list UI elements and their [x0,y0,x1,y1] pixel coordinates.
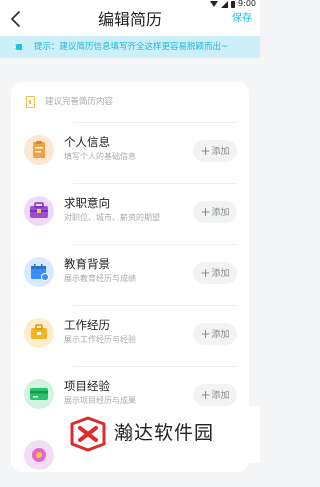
watermark-logo-icon [70,416,106,452]
wifi-icon [210,1,219,7]
watermark-text: 瀚达软件园 [114,422,215,444]
save-button[interactable]: 保存 [232,12,252,26]
section-subtitle: 展示项目经历与成果 [64,396,136,405]
signal-icon [221,0,229,8]
job-intention-icon [24,196,54,226]
tip-text: 提示：建议简历信息填写齐全这样更容易脱颖而出~ [34,42,229,52]
section-job-intention[interactable]: 求职意向 对职位、城市、薪资的期望 +添加 [11,183,249,243]
status-bar: 9:00 [0,0,260,8]
bookmark-icon [26,96,35,108]
section-title: 教育背景 [64,257,110,271]
section-education[interactable]: 教育背景 展示教育经历与成绩 +添加 [11,244,249,304]
plus-icon: + [200,327,211,341]
section-title: 个人信息 [64,135,110,149]
section-subtitle: 填写个人的基础信息 [64,152,136,161]
add-project-button[interactable]: +添加 [193,384,237,406]
plus-icon: + [200,205,211,219]
add-label: 添加 [211,391,230,401]
battery-icon [231,0,236,8]
add-job-intention-button[interactable]: +添加 [193,201,237,223]
plus-icon: + [200,388,211,402]
add-label: 添加 [211,269,230,279]
personal-info-icon [24,135,54,165]
section-subtitle: 展示工作经历与经验 [64,335,136,344]
section-title: 项目经验 [64,379,110,393]
divider [73,122,237,123]
header: 编辑简历 保存 [0,8,260,36]
add-personal-info-button[interactable]: +添加 [193,140,237,162]
page-title: 编辑简历 [97,10,162,29]
project-icon [24,379,54,409]
tip-bar: 提示：建议简历信息填写齐全这样更容易脱颖而出~ [0,36,260,58]
section-title: 工作经历 [64,318,110,332]
divider [73,244,237,245]
watermark: 瀚达软件园 [62,406,260,463]
add-label: 添加 [211,208,230,218]
section-work-experience[interactable]: 工作经历 展示工作经历与经验 +添加 [11,305,249,365]
section-subtitle: 对职位、城市、薪资的期望 [64,213,160,222]
divider [73,366,237,367]
card-header-text: 建议完善简历内容 [45,97,114,107]
plus-icon: + [200,266,211,280]
divider [73,183,237,184]
add-work-experience-button[interactable]: +添加 [193,323,237,345]
section-personal-info[interactable]: 个人信息 填写个人的基础信息 +添加 [11,122,249,182]
education-icon [24,257,54,287]
card-header: 建议完善简历内容 [11,82,249,122]
plus-icon: + [200,144,211,158]
status-time: 9:00 [238,0,256,8]
add-label: 添加 [211,147,230,157]
next-section-icon [24,440,54,470]
add-education-button[interactable]: +添加 [193,262,237,284]
divider [73,305,237,306]
tip-icon [14,44,22,50]
section-subtitle: 展示教育经历与成绩 [64,274,136,283]
work-experience-icon [24,318,54,348]
add-label: 添加 [211,330,230,340]
section-title: 求职意向 [64,196,110,210]
